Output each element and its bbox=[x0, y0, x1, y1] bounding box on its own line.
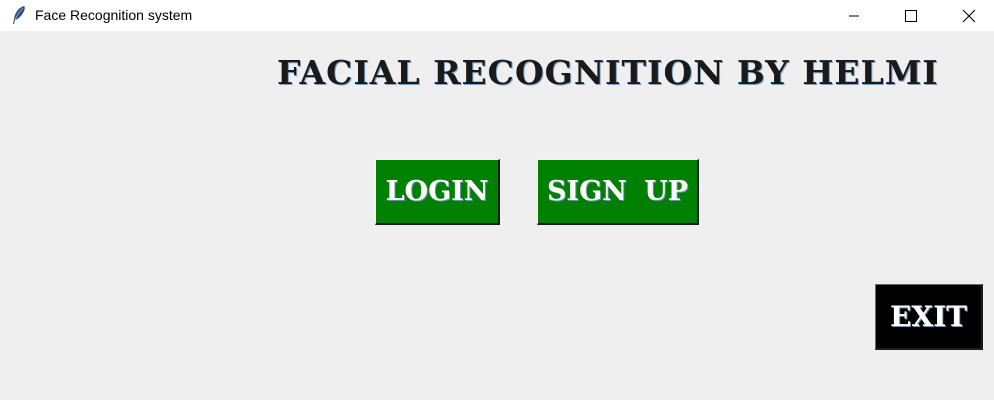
minimize-button[interactable] bbox=[831, 0, 877, 31]
exit-button[interactable]: EXIT bbox=[875, 284, 983, 350]
maximize-button[interactable] bbox=[888, 0, 934, 31]
close-icon bbox=[962, 9, 976, 23]
minimize-icon bbox=[848, 10, 860, 22]
maximize-icon bbox=[905, 9, 917, 22]
login-button[interactable]: LOGIN bbox=[375, 159, 500, 225]
app-window: Face Recognition system FACIAL RECOGNITI… bbox=[0, 0, 994, 400]
close-button[interactable] bbox=[946, 0, 992, 31]
feather-icon bbox=[10, 5, 28, 25]
main-panel: FACIAL RECOGNITION BY HELMI LOGIN SIGN U… bbox=[0, 35, 994, 400]
signup-button[interactable]: SIGN UP bbox=[537, 159, 699, 225]
page-title: FACIAL RECOGNITION BY HELMI bbox=[277, 53, 939, 92]
title-bar[interactable]: Face Recognition system bbox=[0, 0, 994, 31]
window-title: Face Recognition system bbox=[35, 7, 193, 23]
